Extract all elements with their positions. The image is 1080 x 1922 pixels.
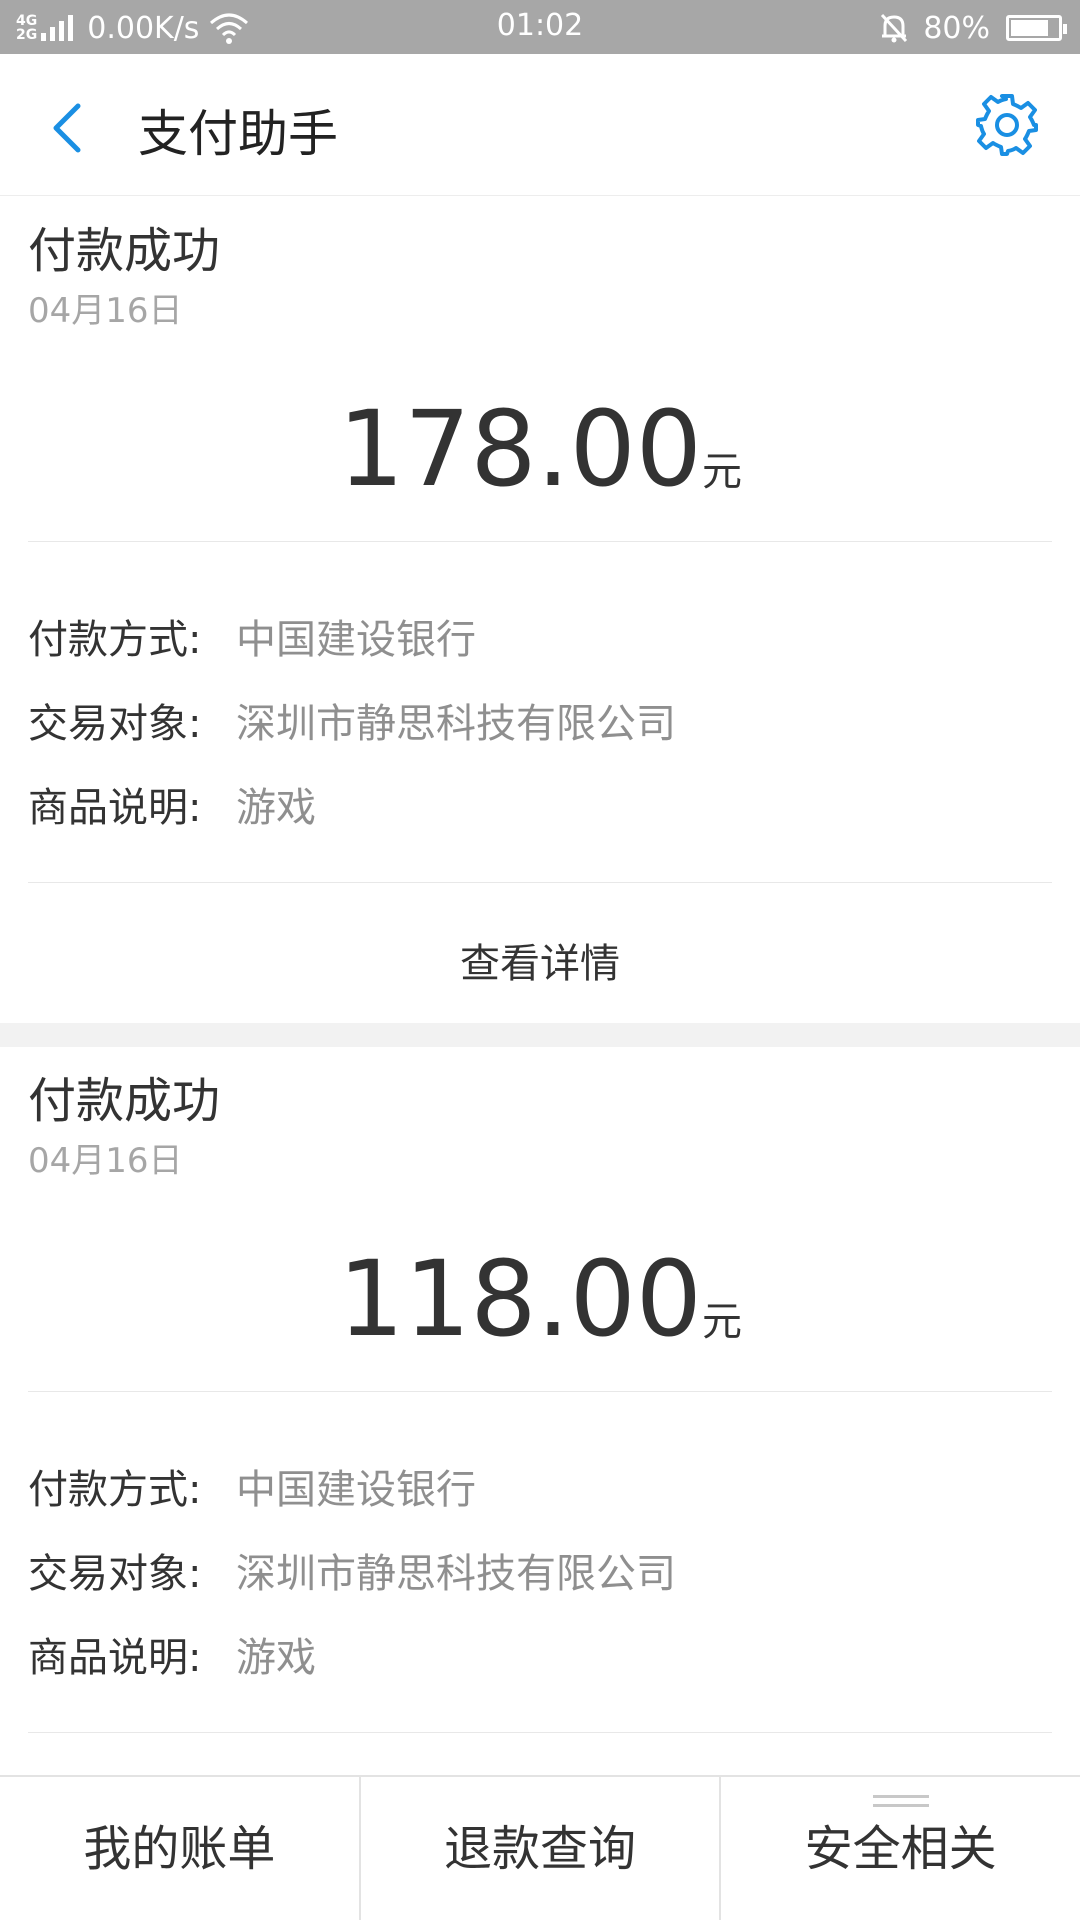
payment-amount: 118.00元	[0, 1247, 1080, 1351]
battery-fill	[1011, 20, 1048, 36]
counterparty-label: 交易对象:	[28, 1551, 202, 1597]
payment-status: 付款成功	[28, 223, 221, 279]
nav-my-bills[interactable]: 我的账单	[0, 1777, 359, 1920]
counterparty-value: 深圳市静思科技有限公司	[236, 701, 676, 747]
counterparty-row: 交易对象: 深圳市静思科技有限公司	[28, 1541, 676, 1599]
payment-date: 04月16日	[28, 1141, 183, 1181]
payment-method-row: 付款方式: 中国建设银行	[28, 1457, 476, 1515]
bottom-nav: 我的账单 退款查询 安全相关	[0, 1775, 1080, 1920]
divider	[28, 882, 1052, 883]
counterparty-value: 深圳市静思科技有限公司	[236, 1551, 676, 1597]
product-label: 商品说明:	[28, 785, 202, 831]
payment-method-value: 中国建设银行	[236, 1467, 476, 1513]
product-label: 商品说明:	[28, 1635, 202, 1681]
payment-date: 04月16日	[28, 291, 183, 331]
amount-value: 118.00	[338, 1238, 702, 1360]
amount-unit: 元	[701, 1299, 742, 1345]
payment-card: 付款成功 04月16日 118.00元 付款方式: 中国建设银行 交易对象: 深…	[0, 1047, 1080, 1777]
settings-gear-icon[interactable]	[974, 92, 1040, 158]
back-arrow-icon[interactable]	[40, 98, 100, 158]
counterparty-row: 交易对象: 深圳市静思科技有限公司	[28, 691, 676, 749]
nav-security[interactable]: 安全相关	[719, 1777, 1080, 1920]
payment-status: 付款成功	[28, 1073, 221, 1129]
view-details-button[interactable]: 查看详情	[0, 931, 1080, 989]
amount-value: 178.00	[338, 388, 702, 510]
product-row: 商品说明: 游戏	[28, 775, 316, 833]
payment-method-value: 中国建设银行	[236, 617, 476, 663]
page-title: 支付助手	[138, 105, 338, 163]
payment-method-label: 付款方式:	[28, 617, 202, 663]
counterparty-label: 交易对象:	[28, 701, 202, 747]
battery-icon	[1006, 15, 1067, 41]
payment-method-row: 付款方式: 中国建设银行	[28, 607, 476, 665]
payment-method-label: 付款方式:	[28, 1467, 202, 1513]
nav-security-label: 安全相关	[804, 1821, 997, 1877]
amount-unit: 元	[701, 449, 742, 495]
app-header: 支付助手	[0, 54, 1080, 196]
battery-percent: 80%	[923, 10, 990, 46]
product-value: 游戏	[236, 785, 316, 831]
menu-indicator-icon	[872, 1795, 929, 1807]
payment-amount: 178.00元	[0, 397, 1080, 501]
nav-refund-query[interactable]: 退款查询	[358, 1777, 720, 1920]
divider	[28, 1732, 1052, 1733]
card-separator	[0, 1023, 1080, 1047]
status-right: 80%	[879, 8, 1067, 48]
mute-bell-icon	[881, 13, 908, 43]
payment-card: 付款成功 04月16日 178.00元 付款方式: 中国建设银行 交易对象: 深…	[0, 197, 1080, 1023]
product-row: 商品说明: 游戏	[28, 1625, 316, 1683]
status-bar: 4G 2G 0.00K/s 01:02 80%	[0, 0, 1080, 54]
divider	[28, 541, 1052, 542]
product-value: 游戏	[236, 1635, 316, 1681]
divider	[28, 1391, 1052, 1392]
